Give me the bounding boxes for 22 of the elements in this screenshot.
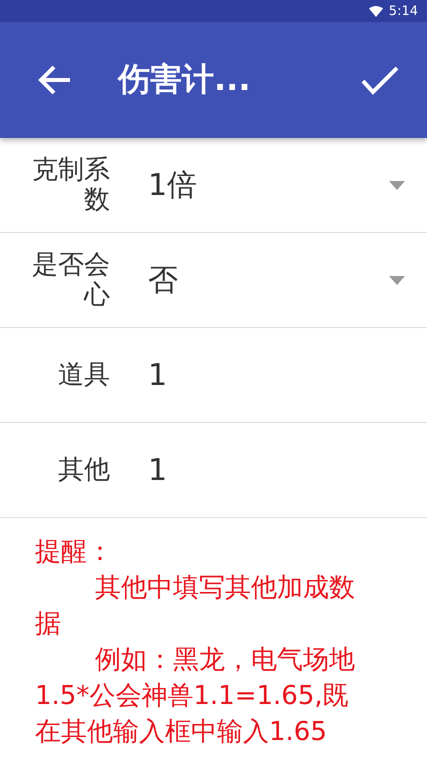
back-arrow-icon — [38, 65, 72, 95]
confirm-button[interactable] — [361, 65, 399, 95]
note-title: 提醒： — [35, 536, 114, 569]
input-field[interactable]: 1 — [148, 440, 427, 500]
dropdown-value: 1倍 — [148, 166, 198, 204]
app-title: 伤害计... — [118, 59, 252, 100]
dropdown-caret-icon — [389, 276, 405, 284]
dropdown[interactable]: 否 — [148, 250, 405, 310]
field-label: 其他 — [57, 455, 110, 485]
note-paragraph: 例如：黑龙，电气场地1.5*公会神兽1.1=1.65,既在其他输入框中输入1.65 — [35, 644, 356, 749]
dropdown-value: 否 — [148, 262, 178, 300]
field-label: 是否会心 — [31, 250, 110, 310]
dropdown-caret-icon — [389, 180, 405, 190]
wifi-icon — [368, 6, 383, 16]
status-time: 5:14 — [388, 4, 418, 18]
checkmark-icon — [361, 65, 399, 95]
back-button[interactable] — [38, 65, 72, 95]
note-paragraph: 其他中填写其他加成数据 — [35, 572, 356, 641]
dropdown[interactable]: 1倍 — [148, 155, 405, 215]
input-field[interactable]: 1 — [148, 345, 427, 405]
field-label: 道具 — [57, 360, 110, 390]
field-label: 克制系数 — [31, 155, 110, 215]
